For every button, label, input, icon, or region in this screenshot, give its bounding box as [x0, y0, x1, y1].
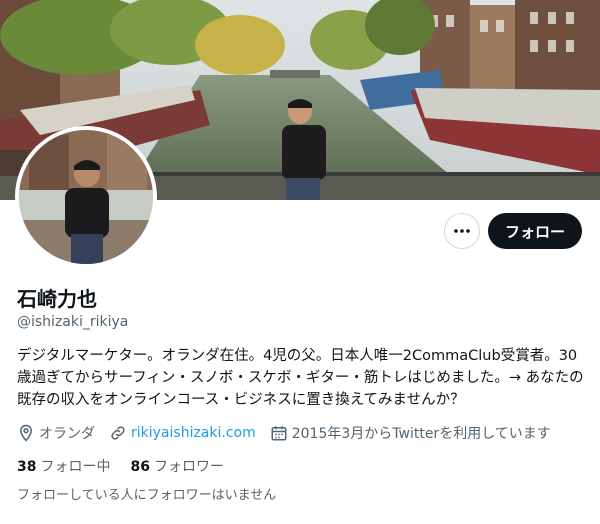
link-icon	[111, 426, 125, 440]
location-item: オランダ	[17, 423, 95, 443]
joined-text: 2015年3月からTwitterを利用しています	[291, 426, 551, 442]
more-horizontal-icon	[454, 229, 470, 233]
followers-label: フォロワー	[153, 459, 224, 475]
follow-stats: 38 フォロー中 86 フォロワー	[17, 458, 244, 476]
location-text: オランダ	[39, 426, 95, 442]
follow-button[interactable]: フォロー	[488, 213, 582, 249]
avatar[interactable]	[15, 126, 157, 268]
following-label: フォロー中	[40, 459, 111, 475]
profile-bio: デジタルマーケター。オランダ在住。4児の父。日本人唯一2CommaClub受賞者…	[17, 348, 584, 408]
profile-meta: オランダ rikiyaishizaki.com 2015年3月からTwitter…	[17, 423, 565, 443]
following-stat[interactable]: 38 フォロー中	[17, 458, 110, 476]
website-item[interactable]: rikiyaishizaki.com	[109, 424, 256, 442]
website-link[interactable]: rikiyaishizaki.com	[131, 425, 256, 441]
calendar-icon	[271, 426, 287, 441]
display-name: 石崎力也	[17, 287, 97, 311]
more-options-button[interactable]	[444, 213, 480, 249]
avatar-image	[19, 130, 153, 264]
followers-you-know: フォローしている人にフォロワーはいません	[17, 488, 277, 503]
user-handle: @ishizaki_rikiya	[17, 314, 129, 330]
location-icon	[19, 424, 33, 442]
followers-stat[interactable]: 86 フォロワー	[130, 458, 223, 476]
following-count: 38	[17, 459, 37, 475]
joined-item: 2015年3月からTwitterを利用しています	[270, 423, 551, 443]
followers-count: 86	[130, 459, 150, 475]
